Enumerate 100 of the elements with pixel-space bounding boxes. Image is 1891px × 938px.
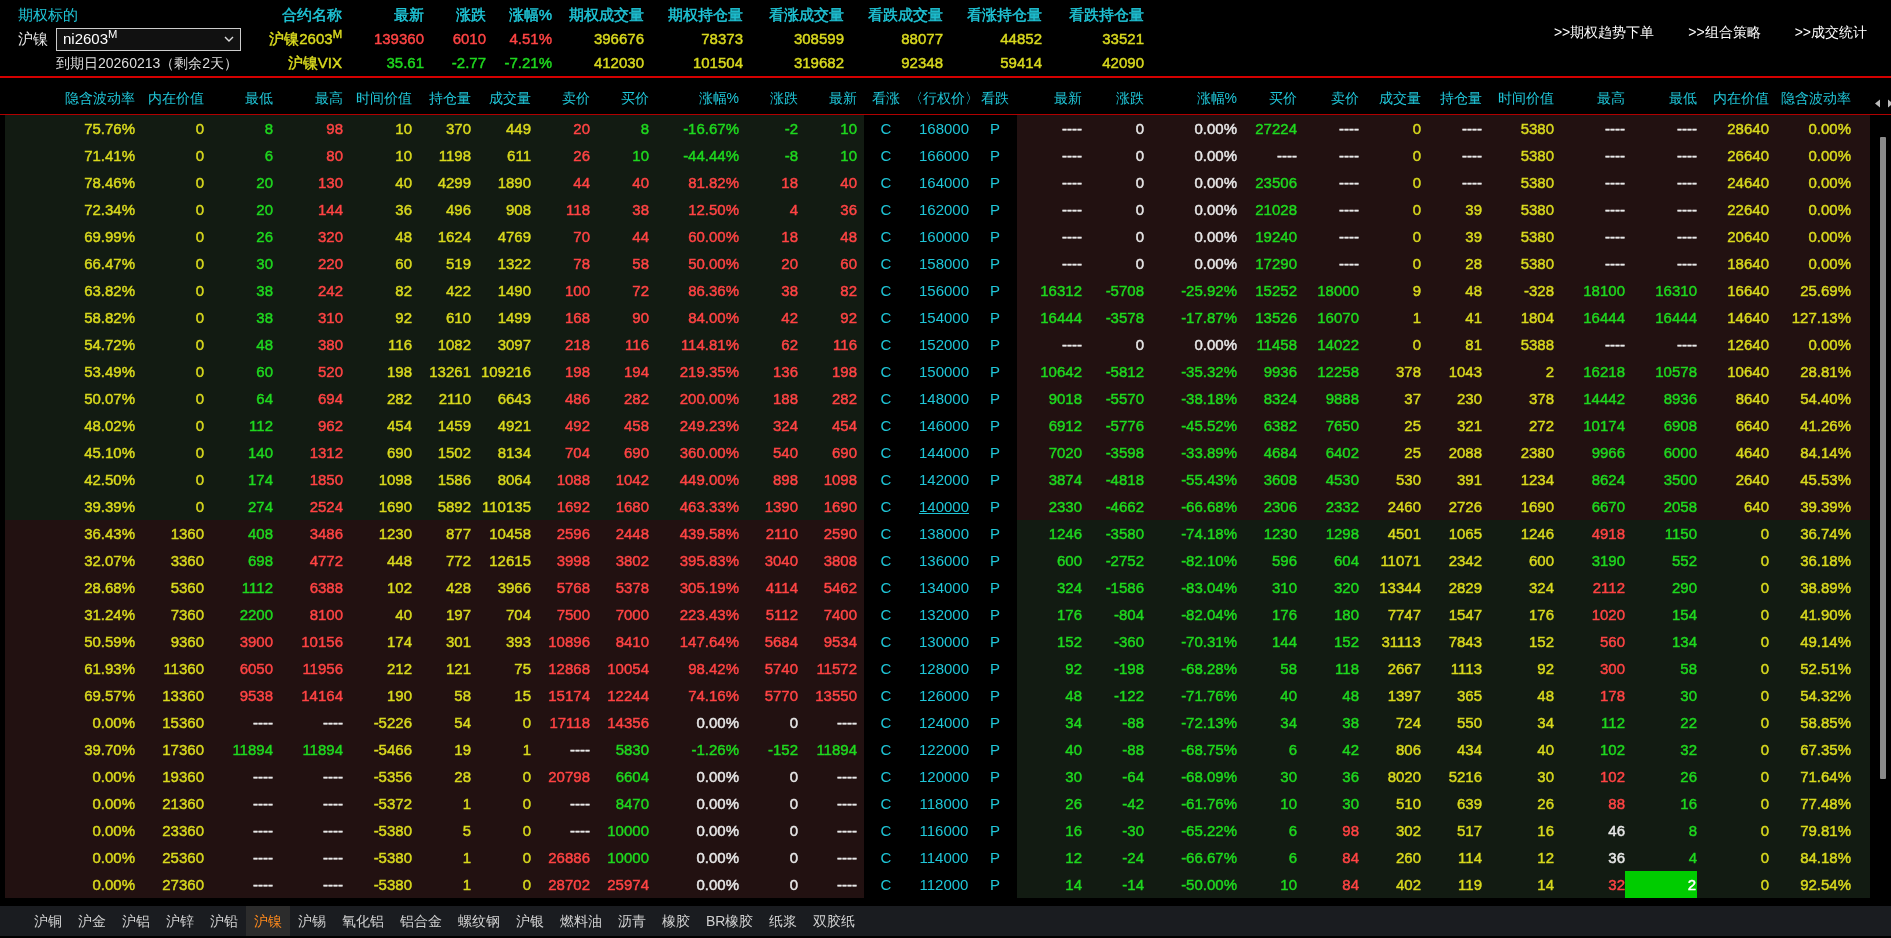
table-cell: 5380	[1520, 201, 1554, 218]
tab[interactable]: 沪金	[70, 906, 114, 936]
table-cell: ----	[1605, 120, 1625, 137]
table-cell: -16.67%	[683, 120, 739, 137]
strike-price: 124000	[917, 713, 971, 733]
table-cell: 0.00%	[1808, 228, 1851, 245]
tab[interactable]: 沪铅	[202, 906, 246, 936]
link[interactable]: >>组合策略	[1688, 21, 1761, 43]
tab[interactable]: 沪铜	[26, 906, 70, 936]
table-cell-text: -2.77	[450, 53, 486, 73]
table-cell: 8	[264, 120, 273, 137]
table-cell: 9966	[1591, 444, 1625, 461]
table-cell: 9	[1412, 282, 1421, 299]
table-cell: 7500	[556, 606, 590, 623]
table-cell: ----	[253, 768, 273, 785]
table-cell: 1043	[1448, 363, 1482, 380]
tab[interactable]: 沪锌	[158, 906, 202, 936]
table-cell: ----	[253, 876, 273, 893]
table-cell: ----	[1677, 174, 1697, 191]
tab[interactable]: 铝合金	[392, 906, 450, 936]
table-cell: 8470	[615, 795, 649, 812]
table-cell: 370	[445, 120, 471, 137]
table-cell: 20	[781, 255, 798, 272]
scroll-left-icon[interactable]	[1874, 99, 1881, 108]
table-cell: -82.04%	[1181, 606, 1237, 623]
table-cell: 38	[632, 201, 649, 218]
table-cell: 30	[1537, 768, 1554, 785]
tab[interactable]: 沪铝	[114, 906, 158, 936]
table-cell: ----	[253, 849, 273, 866]
table-cell: -152	[767, 741, 798, 758]
column-header: 涨幅%	[507, 5, 552, 25]
table-cell: 0.00%	[1808, 201, 1851, 218]
table-cell: 690	[623, 444, 649, 461]
table-cell: 20640	[1727, 228, 1769, 245]
table-cell: 301	[445, 633, 471, 650]
table-cell: 19360	[162, 768, 204, 785]
table-cell: 10174	[1583, 417, 1625, 434]
call-label: C	[879, 308, 893, 328]
tab[interactable]: 双胶纸	[805, 906, 864, 936]
scrollbar[interactable]	[1880, 137, 1886, 779]
column-header: 最低	[1668, 89, 1697, 108]
table-cell: 530	[1395, 471, 1421, 488]
table-cell: 21360	[162, 795, 204, 812]
table-cell: -5372	[373, 795, 412, 812]
table-cell: 10	[1280, 876, 1297, 893]
table-cell: 0.00%	[1194, 255, 1237, 272]
table-cell: 36.74%	[1800, 525, 1851, 542]
link[interactable]: >>期权趋势下单	[1553, 21, 1655, 43]
table-cell: 9360	[170, 633, 204, 650]
table-cell: 1890	[497, 174, 531, 191]
table-cell: 1	[462, 849, 471, 866]
tab[interactable]: 燃料油	[552, 906, 610, 936]
table-cell: 0.00%	[696, 795, 739, 812]
table-cell: ----	[1062, 147, 1082, 164]
table-cell: 197	[445, 606, 471, 623]
table-cell: 0.00%	[92, 822, 135, 839]
table-cell: 69.99%	[84, 228, 135, 245]
table-cell: ----	[323, 768, 343, 785]
tab[interactable]: 沥青	[610, 906, 654, 936]
table-cell: 16444	[1040, 309, 1082, 326]
table-cell: 5380	[1520, 120, 1554, 137]
tab[interactable]: 沪镍	[246, 906, 290, 936]
link[interactable]: >>成交统计	[1794, 21, 1867, 43]
table-cell: 6	[1288, 849, 1297, 866]
table-cell: 11894	[302, 741, 343, 758]
table-cell: ----	[253, 714, 273, 731]
tab[interactable]: 沪银	[508, 906, 552, 936]
tab[interactable]: 沪锡	[290, 906, 334, 936]
table-cell: 7360	[170, 606, 204, 623]
underlying-name: 沪镍	[18, 28, 48, 49]
tab[interactable]: 橡胶	[654, 906, 698, 936]
table-cell: 0	[195, 309, 204, 326]
tab[interactable]: 纸浆	[761, 906, 806, 936]
table-cell: 45.53%	[1800, 471, 1851, 488]
tab[interactable]: BR橡胶	[698, 906, 762, 936]
table-cell: 8	[640, 120, 649, 137]
table-cell: 16444	[1655, 309, 1697, 326]
table-cell: 82	[840, 282, 857, 299]
table-cell: 4772	[309, 552, 343, 569]
table-cell: 0	[1760, 579, 1769, 596]
table-cell: 14442	[1583, 390, 1625, 407]
column-header: 最低	[244, 89, 273, 108]
call-label: C	[879, 740, 893, 760]
table-cell: 0	[1135, 120, 1144, 137]
contract-select[interactable]: ni2603$^{M}$	[56, 27, 241, 51]
put-label: P	[989, 119, 1001, 139]
table-cell: 1230	[378, 525, 412, 542]
table-cell: ----	[1677, 255, 1697, 272]
table-cell: ----	[837, 795, 857, 812]
table-cell: ----	[1062, 336, 1082, 353]
table-cell: 0.00%	[1808, 120, 1851, 137]
table-cell: 3802	[615, 552, 649, 569]
table-cell: 1	[1412, 309, 1421, 326]
table-cell: 0	[789, 849, 798, 866]
table-cell: 8064	[497, 471, 531, 488]
tab[interactable]: 螺纹钢	[450, 906, 508, 936]
table-cell: 17290	[1255, 255, 1297, 272]
table-cell: -3578	[1105, 309, 1144, 326]
tab[interactable]: 氧化铝	[334, 906, 392, 936]
table-cell-text: 59414	[999, 53, 1042, 73]
